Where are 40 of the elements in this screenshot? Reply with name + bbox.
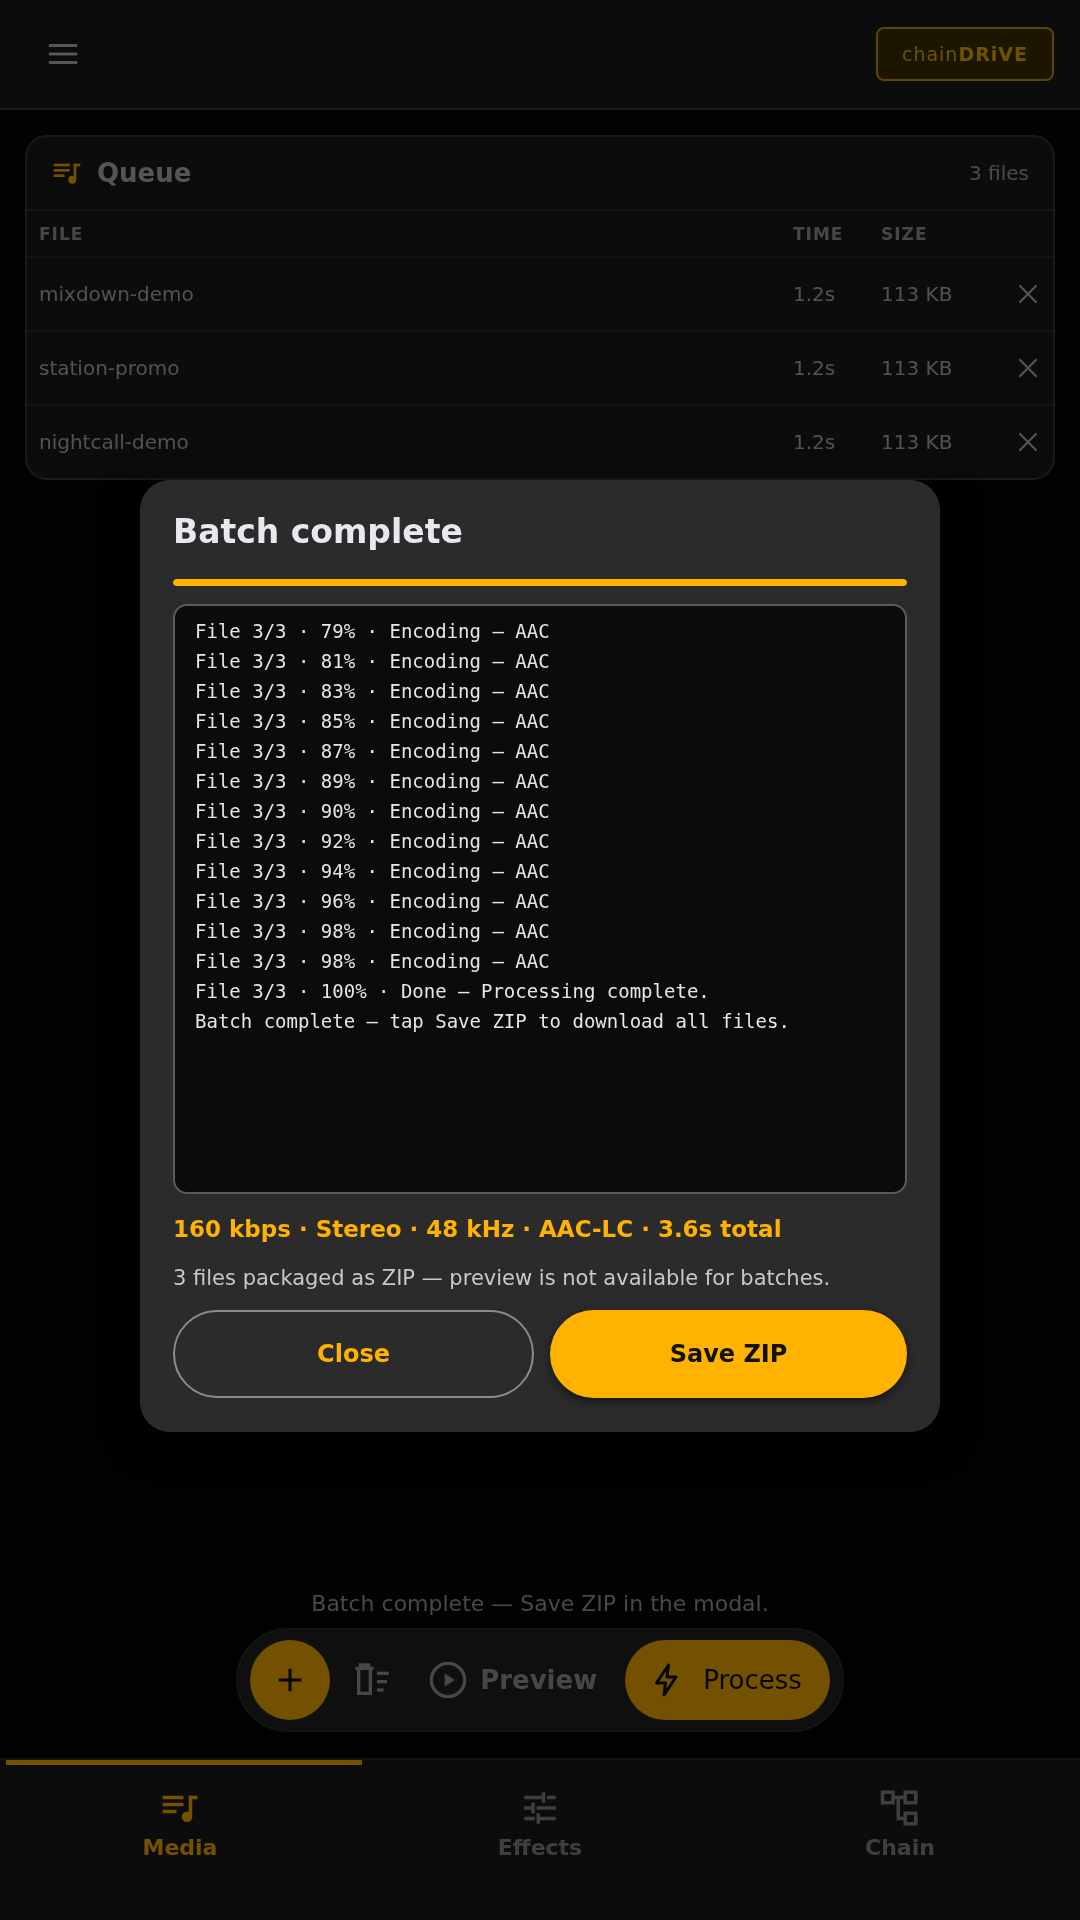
file-name: nightcall-demo bbox=[39, 430, 190, 454]
column-header: FILE bbox=[39, 223, 85, 244]
log-line: File 3/3 · 89% · Encoding — AAC bbox=[195, 769, 551, 794]
info-text: 3 files packaged as ZIP — preview is not available for batches. bbox=[173, 1266, 832, 1290]
log-line: File 3/3 · 83% · Encoding — AAC bbox=[195, 679, 551, 704]
log-line: File 3/3 · 90% · Encoding — AAC bbox=[195, 799, 551, 824]
log-line: File 3/3 · 85% · Encoding — AAC bbox=[195, 709, 551, 734]
add-button[interactable] bbox=[250, 1640, 331, 1720]
status-message: Batch complete — Save ZIP in the modal. bbox=[310, 1591, 770, 1616]
output-summary: 160 kbps · Stereo · 48 kHz · AAC-LC · 3.6s total bbox=[173, 1216, 783, 1242]
file-name: mixdown-demo bbox=[39, 282, 195, 306]
process-button[interactable]: Process bbox=[625, 1640, 830, 1720]
table-cell-text: 113 KB bbox=[881, 356, 954, 380]
log-line: File 3/3 · 98% · Encoding — AAC bbox=[195, 949, 551, 974]
file-name: station-promo bbox=[39, 356, 181, 380]
queue-title: Queue bbox=[97, 158, 193, 188]
save-button[interactable]: Save ZIP bbox=[550, 1310, 907, 1398]
log-line: File 3/3 · 98% · Encoding — AAC bbox=[195, 919, 551, 944]
play-circle-icon bbox=[428, 1660, 469, 1700]
log-line: File 3/3 · 96% · Encoding — AAC bbox=[195, 889, 551, 914]
table-cell-text: 113 KB bbox=[881, 430, 954, 454]
log-line: File 3/3 · 94% · Encoding — AAC bbox=[195, 859, 551, 884]
log-line: File 3/3 · 81% · Encoding — AAC bbox=[195, 649, 551, 674]
table-cell-text: 1.2s bbox=[793, 356, 837, 380]
column-header: SIZE bbox=[881, 223, 929, 244]
table-cell-text: 1.2s bbox=[793, 430, 837, 454]
dialog-title: Batch complete bbox=[173, 512, 464, 551]
column-header: TIME bbox=[793, 223, 845, 244]
table-cell-text: 1.2s bbox=[793, 282, 837, 306]
close-button[interactable]: Close bbox=[173, 1310, 534, 1398]
log-line: File 3/3 · 87% · Encoding — AAC bbox=[195, 739, 551, 764]
nav-tab[interactable]: Media bbox=[0, 1765, 360, 1861]
app-logo: chain DRiVE bbox=[875, 27, 1054, 81]
log-line: File 3/3 · 79% · Encoding — AAC bbox=[195, 619, 551, 644]
log-line: File 3/3 · 100% · Done — Processing complete. bbox=[195, 979, 711, 1004]
preview-button[interactable]: Preview bbox=[414, 1660, 612, 1700]
file-count: 3 files bbox=[969, 161, 1029, 185]
log-line: File 3/3 · 92% · Encoding — AAC bbox=[195, 829, 551, 854]
table-cell-text: 113 KB bbox=[881, 282, 954, 306]
log-line: Batch complete — tap Save ZIP to download all files. bbox=[195, 1009, 791, 1034]
